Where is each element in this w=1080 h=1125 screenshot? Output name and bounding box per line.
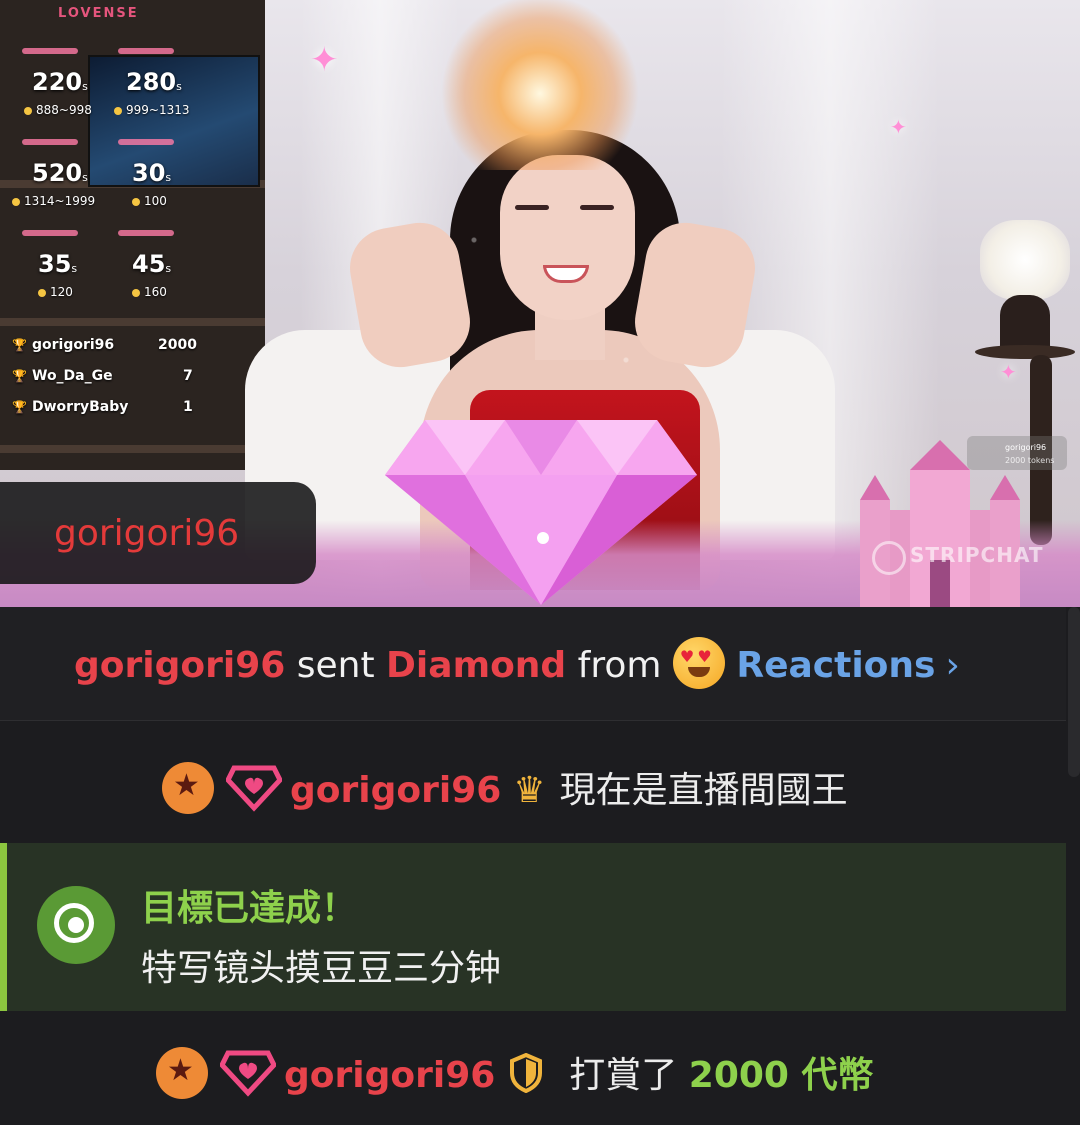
leaderboard-amount: 1 bbox=[183, 399, 193, 415]
sparkle-star-icon: ✦ bbox=[890, 115, 907, 139]
top-tipper-name: gorigori96 bbox=[1005, 443, 1047, 452]
leaderboard-name: Wo_Da_Ge bbox=[32, 368, 113, 384]
king-message: gorigori96 ♛ 現在是直播間國王 bbox=[0, 721, 1066, 841]
tip-amount: 2000 代幣 bbox=[688, 1055, 874, 1096]
tip-unit: s bbox=[82, 80, 88, 93]
tip-unit: s bbox=[165, 262, 172, 275]
tip-menu-item: 30s 100 bbox=[104, 131, 194, 213]
star-badge-icon bbox=[156, 1047, 208, 1099]
tip-unit: s bbox=[82, 171, 88, 184]
tip-range: 1314~1999 bbox=[12, 194, 95, 208]
sparkle-star-icon: ✦ bbox=[1000, 360, 1017, 384]
shield-icon bbox=[510, 1053, 543, 1093]
tip-range: 888~998 bbox=[24, 103, 92, 117]
sparkle-star-icon: ✦ bbox=[310, 40, 339, 80]
tip-seconds: 45 bbox=[132, 250, 166, 278]
gift-name: Diamond bbox=[386, 645, 567, 686]
chevron-right-icon[interactable]: › bbox=[945, 645, 959, 686]
tip-range: 120 bbox=[38, 285, 73, 299]
gold-trophy-icon: 🏆 bbox=[12, 338, 27, 352]
leaderboard-amount: 7 bbox=[183, 368, 193, 384]
tip-text: 打賞了 bbox=[569, 1055, 678, 1096]
gift-from: from bbox=[577, 645, 662, 686]
leaderboard-row: 🏆 Wo_Da_Ge 7 bbox=[8, 366, 198, 397]
crown-icon: ♛ bbox=[513, 770, 546, 811]
tip-unit: s bbox=[71, 262, 78, 275]
tipper-leaderboard: 🏆 gorigori96 2000 🏆 Wo_Da_Ge 7 🏆 DworryB… bbox=[8, 335, 198, 428]
goal-title: 目標已達成！ bbox=[141, 888, 358, 929]
tip-menu-item: 220s 888~998 bbox=[8, 40, 98, 122]
tip-unit: s bbox=[176, 80, 182, 93]
video-player[interactable]: ✦ ✦ ✦ LOVENSE 220s 888~998 280s 999~1313… bbox=[0, 0, 1080, 607]
king-text: 現在是直播間國王 bbox=[559, 770, 848, 811]
side-table bbox=[975, 345, 1075, 359]
leaderboard-name: gorigori96 bbox=[32, 337, 115, 353]
king-name: gorigori96 bbox=[54, 513, 240, 554]
lovense-logo: LOVENSE bbox=[58, 6, 139, 21]
tip-seconds: 520 bbox=[32, 159, 83, 187]
leaderboard-row: 🏆 DworryBaby 1 bbox=[8, 397, 198, 428]
reactions-link[interactable]: Reactions bbox=[736, 645, 935, 686]
goal-reached-message: 目標已達成！ 特写镜头摸豆豆三分钟 bbox=[0, 843, 1066, 1011]
silver-trophy-icon: 🏆 bbox=[12, 369, 27, 383]
chat-panel[interactable]: gorigori96 sent Diamond from Reactions› … bbox=[0, 607, 1080, 1125]
diamond-gift-icon bbox=[385, 420, 697, 605]
gift-message: gorigori96 sent Diamond from Reactions› bbox=[0, 607, 1066, 721]
tip-seconds: 280 bbox=[126, 68, 177, 96]
tip-menu-item: 520s 1314~1999 bbox=[8, 131, 98, 213]
king-name-bubble: gorigori96 bbox=[0, 482, 316, 584]
tip-seconds: 30 bbox=[132, 159, 166, 187]
top-tipper-tag: gorigori96 2000 tokens bbox=[967, 436, 1067, 470]
tip-message: gorigori96 打賞了 2000 代幣 bbox=[0, 1012, 1066, 1125]
stripchat-logo-icon bbox=[872, 541, 906, 575]
chat-scrollbar[interactable] bbox=[1068, 607, 1080, 777]
king-username[interactable]: gorigori96 bbox=[290, 770, 501, 811]
gift-sender[interactable]: gorigori96 bbox=[74, 645, 285, 686]
tip-range: 999~1313 bbox=[114, 103, 190, 117]
tip-range: 160 bbox=[132, 285, 167, 299]
tip-seconds: 35 bbox=[38, 250, 72, 278]
tip-unit: s bbox=[165, 171, 172, 184]
star-badge-icon bbox=[162, 762, 214, 814]
top-tipper-amount: 2000 tokens bbox=[1005, 456, 1055, 465]
tip-menu-item: 35s 120 bbox=[8, 222, 98, 304]
target-goal-icon bbox=[37, 886, 115, 964]
gift-verb: sent bbox=[296, 645, 375, 686]
goal-text: 特写镜头摸豆豆三分钟 bbox=[141, 948, 502, 989]
bronze-trophy-icon: 🏆 bbox=[12, 400, 27, 414]
heart-gem-badge-icon bbox=[226, 765, 282, 812]
stripchat-watermark: STRIPCHAT bbox=[910, 543, 1044, 567]
heart-gem-badge-icon bbox=[220, 1050, 276, 1097]
tip-seconds: 220 bbox=[32, 68, 83, 96]
tip-menu-item: 280s 999~1313 bbox=[104, 40, 194, 122]
heart-eyes-emoji-icon bbox=[672, 637, 725, 689]
tip-range: 100 bbox=[132, 194, 167, 208]
leaderboard-name: DworryBaby bbox=[32, 399, 129, 415]
tip-username[interactable]: gorigori96 bbox=[284, 1055, 495, 1096]
lamp bbox=[980, 220, 1070, 300]
tip-menu-item: 45s 160 bbox=[104, 222, 194, 304]
leaderboard-row: 🏆 gorigori96 2000 bbox=[8, 335, 198, 366]
leaderboard-amount: 2000 bbox=[158, 337, 197, 353]
